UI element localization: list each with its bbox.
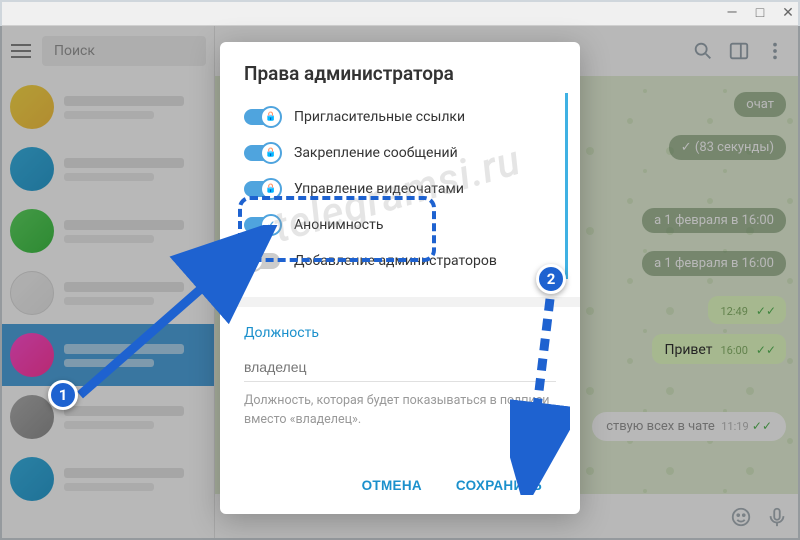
lock-icon: [246, 254, 260, 268]
permission-pin-messages[interactable]: Закрепление сообщений: [244, 135, 557, 171]
cancel-button[interactable]: ОТМЕНА: [348, 469, 436, 502]
hint-text: Должность, которая будет показываться в …: [244, 392, 556, 430]
divider: [220, 297, 580, 307]
permission-add-admins[interactable]: Добавление администраторов: [244, 243, 557, 279]
lock-icon: [264, 110, 278, 124]
maximize-button[interactable]: □: [752, 5, 768, 21]
role-input[interactable]: [244, 353, 556, 382]
toggle-switch[interactable]: [244, 253, 280, 269]
permission-invite-links[interactable]: Пригласительные ссылки: [244, 99, 557, 135]
lock-icon: [264, 146, 278, 160]
toggle-switch[interactable]: [244, 109, 280, 125]
permission-label: Анонимность: [294, 217, 383, 233]
permission-label: Закрепление сообщений: [294, 145, 458, 161]
permission-manage-calls[interactable]: Управление видеочатами: [244, 171, 557, 207]
section-label: Должность: [244, 325, 556, 341]
window-titlebar: — □ ✕: [0, 0, 800, 26]
permission-label: Пригласительные ссылки: [294, 109, 465, 125]
toggle-switch[interactable]: [244, 145, 280, 161]
dialog-title: Права администратора: [244, 62, 556, 85]
check-icon: [264, 218, 278, 232]
close-button[interactable]: ✕: [780, 5, 796, 21]
save-button[interactable]: СОХРАНИТЬ: [442, 469, 556, 502]
admin-rights-dialog: Права администратора Пригласительные ссы…: [220, 42, 580, 514]
permission-anonymity[interactable]: Анонимность: [244, 207, 557, 243]
minimize-button[interactable]: —: [724, 5, 740, 21]
permission-label: Управление видеочатами: [294, 181, 464, 197]
toggle-switch[interactable]: [244, 217, 280, 233]
lock-icon: [264, 182, 278, 196]
permissions-list: Пригласительные ссылки Закрепление сообщ…: [244, 93, 568, 279]
permission-label: Добавление администраторов: [294, 253, 497, 269]
toggle-switch[interactable]: [244, 181, 280, 197]
